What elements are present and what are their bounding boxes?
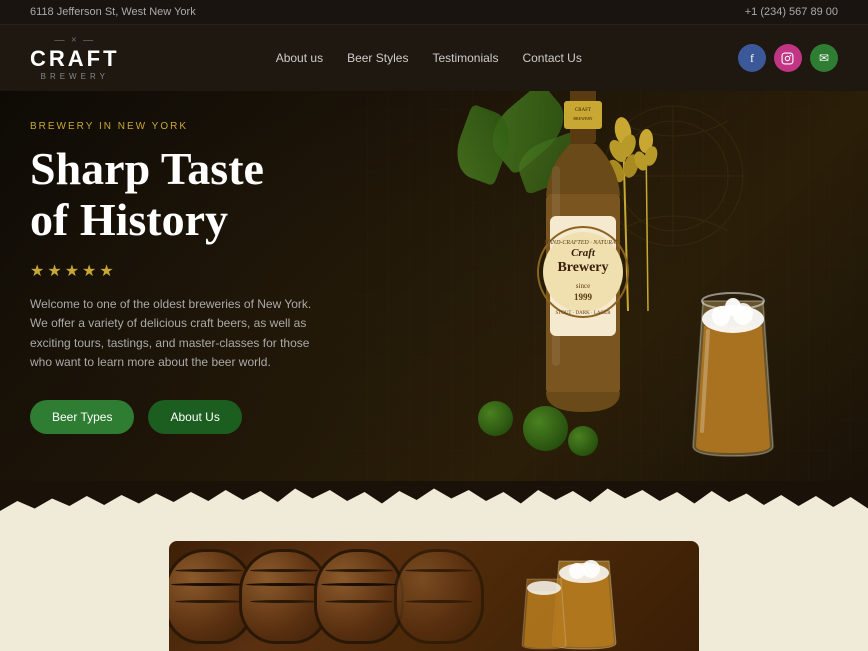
facebook-icon[interactable]: f xyxy=(738,44,766,72)
svg-text:1999: 1999 xyxy=(574,292,593,302)
section-divider xyxy=(0,481,868,531)
svg-text:Craft: Craft xyxy=(571,247,596,259)
svg-text:since: since xyxy=(576,282,590,290)
hero-stars: ★ ★ ★ ★ ★ xyxy=(30,261,350,281)
email-icon[interactable]: ✉ xyxy=(810,44,838,72)
svg-text:BREWERY: BREWERY xyxy=(573,116,592,121)
barrel-3 xyxy=(314,549,404,644)
star-4: ★ xyxy=(82,261,96,281)
nav-contact[interactable]: Contact Us xyxy=(522,51,581,65)
hop-ball-2 xyxy=(478,401,513,436)
svg-text:STOUT · DARK · LAGER: STOUT · DARK · LAGER xyxy=(555,311,611,316)
logo[interactable]: — × — CRAFT BREWERY xyxy=(30,35,120,81)
beer-types-button[interactable]: Beer Types xyxy=(30,400,134,434)
hero-title: Sharp Taste of History xyxy=(30,144,350,245)
instagram-icon[interactable] xyxy=(774,44,802,72)
tear-shape xyxy=(0,481,868,531)
hero-description: Welcome to one of the oldest breweries o… xyxy=(30,295,330,372)
nav-beer-styles[interactable]: Beer Styles xyxy=(347,51,408,65)
scene-beer-glass-2 xyxy=(519,571,569,651)
bottom-section xyxy=(0,531,868,651)
logo-subtitle: BREWERY xyxy=(41,72,109,81)
top-bar: 6118 Jefferson St, West New York +1 (234… xyxy=(0,0,868,25)
main-nav: About us Beer Styles Testimonials Contac… xyxy=(276,51,582,65)
hero-buttons: Beer Types About Us xyxy=(30,400,350,434)
svg-text:HAND-CRAFTED · NATURAL ·: HAND-CRAFTED · NATURAL · xyxy=(543,240,622,246)
barrel-scene xyxy=(169,541,699,651)
nav-about[interactable]: About us xyxy=(276,51,323,65)
barrel-image xyxy=(169,541,699,651)
svg-text:CRAFT: CRAFT xyxy=(575,108,591,113)
barrel-4 xyxy=(394,549,484,644)
header: — × — CRAFT BREWERY About us Beer Styles… xyxy=(0,25,868,91)
beer-glass xyxy=(688,271,778,471)
beer-bottle: HAND-CRAFTED · NATURAL · Craft Brewery s… xyxy=(528,91,638,436)
hop-ball-1 xyxy=(523,406,568,451)
svg-text:Brewery: Brewery xyxy=(557,260,608,275)
star-2: ★ xyxy=(47,261,61,281)
hop-ball-3 xyxy=(568,426,598,456)
address: 6118 Jefferson St, West New York xyxy=(30,6,196,18)
star-3: ★ xyxy=(65,261,79,281)
hero-section: BREWERY IN NEW YORK Sharp Taste of Histo… xyxy=(0,91,868,481)
star-5: ★ xyxy=(99,261,113,281)
star-1: ★ xyxy=(30,261,44,281)
nav-testimonials[interactable]: Testimonials xyxy=(432,51,498,65)
social-icons: f ✉ xyxy=(738,44,838,72)
hero-eyebrow: BREWERY IN NEW YORK xyxy=(30,121,350,132)
logo-deco: — × — xyxy=(54,35,95,46)
hero-content: BREWERY IN NEW YORK Sharp Taste of Histo… xyxy=(0,91,380,434)
hero-product-image: HAND-CRAFTED · NATURAL · Craft Brewery s… xyxy=(428,91,808,481)
about-us-button[interactable]: About Us xyxy=(148,400,241,434)
logo-title: CRAFT xyxy=(30,46,120,72)
phone: +1 (234) 567 89 00 xyxy=(745,6,838,18)
